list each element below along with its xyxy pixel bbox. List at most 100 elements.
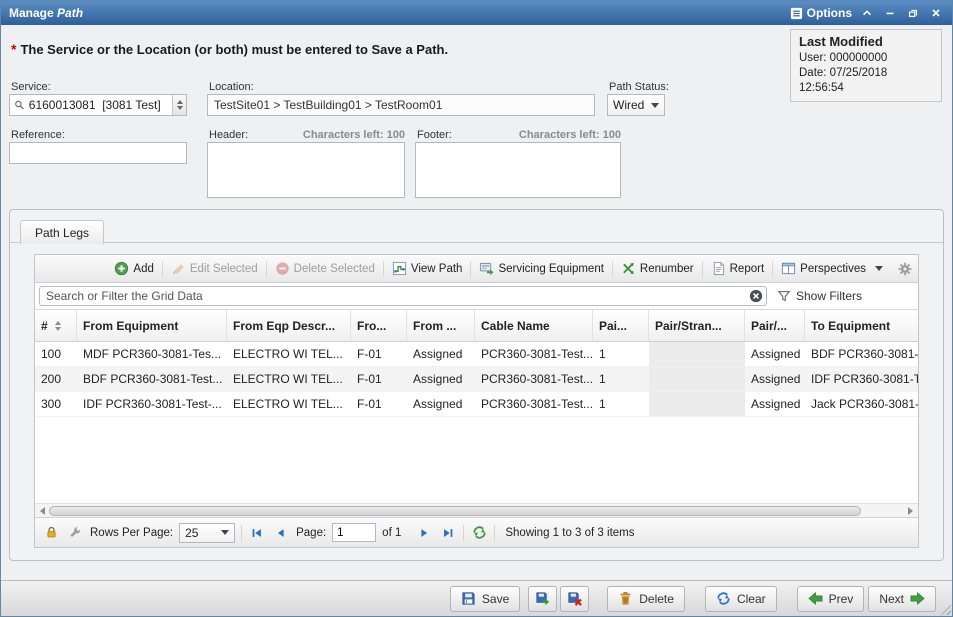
cell-from-4[interactable]: Assigned bbox=[407, 342, 475, 366]
column-header-from-3[interactable]: Fro... bbox=[351, 310, 407, 341]
cell-from-equipment[interactable]: BDF PCR360-3081-Test... bbox=[77, 367, 227, 391]
save-and-close-button[interactable] bbox=[560, 586, 589, 612]
column-label: # bbox=[41, 319, 48, 333]
perspectives-button[interactable]: Perspectives bbox=[776, 259, 888, 278]
service-field[interactable] bbox=[9, 94, 187, 116]
column-header-pair-strand[interactable]: Pair/Stran... bbox=[649, 310, 745, 341]
cell-cable-name[interactable]: PCR360-3081-Test... bbox=[475, 367, 593, 391]
column-header-cable-name[interactable]: Cable Name bbox=[475, 310, 593, 341]
cell-from-eqp-descr[interactable]: ELECTRO WI TEL... bbox=[227, 342, 351, 366]
header-chars-left: Characters left: 100 bbox=[253, 129, 405, 141]
column-header-from-4[interactable]: From ... bbox=[407, 310, 475, 341]
last-modified-title: Last Modified bbox=[799, 34, 933, 49]
scrollbar-thumb[interactable] bbox=[49, 506, 861, 516]
header-textarea[interactable] bbox=[207, 142, 405, 198]
scrollbar-track[interactable] bbox=[49, 505, 904, 517]
service-input[interactable] bbox=[25, 95, 172, 115]
tab-path-legs[interactable]: Path Legs bbox=[20, 220, 104, 245]
cell-cable-name[interactable]: PCR360-3081-Test... bbox=[475, 392, 593, 416]
table-row[interactable]: 300 IDF PCR360-3081-Test-... ELECTRO WI … bbox=[35, 392, 918, 417]
cell-pair-8[interactable]: Assigned bbox=[745, 392, 805, 416]
cell-from-eqp-descr[interactable]: ELECTRO WI TEL... bbox=[227, 367, 351, 391]
grid-pager: Rows Per Page: 25 Page: of 1 bbox=[35, 517, 918, 547]
next-button[interactable]: Next bbox=[868, 586, 936, 612]
delete-button[interactable]: Delete bbox=[607, 586, 685, 612]
column-header-from-equipment[interactable]: From Equipment bbox=[77, 310, 227, 341]
page-number-input[interactable] bbox=[332, 523, 376, 542]
save-and-new-button[interactable] bbox=[528, 586, 557, 612]
collapse-button[interactable] bbox=[859, 5, 875, 21]
reference-input[interactable] bbox=[10, 143, 186, 163]
cell-to-equipment[interactable]: Jack PCR360-3081-T... bbox=[805, 392, 918, 416]
first-page-button[interactable] bbox=[248, 524, 266, 542]
rows-per-page-select[interactable]: 25 bbox=[179, 523, 235, 543]
cell-pair[interactable]: 1 bbox=[593, 342, 649, 366]
scroll-left-button[interactable] bbox=[36, 505, 49, 517]
minimize-button[interactable] bbox=[882, 5, 898, 21]
add-button[interactable]: Add bbox=[109, 259, 158, 278]
last-page-button[interactable] bbox=[439, 524, 457, 542]
cell-cable-name[interactable]: PCR360-3081-Test... bbox=[475, 342, 593, 366]
horizontal-scrollbar[interactable] bbox=[35, 503, 918, 517]
grid-search-input[interactable] bbox=[39, 286, 767, 306]
service-picker-button[interactable] bbox=[172, 95, 186, 115]
cell-number[interactable]: 100 bbox=[35, 342, 77, 366]
cell-from-eqp-descr[interactable]: ELECTRO WI TEL... bbox=[227, 392, 351, 416]
footer-textarea[interactable] bbox=[415, 142, 621, 198]
close-button[interactable] bbox=[928, 5, 944, 21]
next-page-button[interactable] bbox=[415, 524, 433, 542]
cell-from-equipment[interactable]: IDF PCR360-3081-Test-... bbox=[77, 392, 227, 416]
cell-pair-strand[interactable] bbox=[649, 392, 745, 416]
grid-tools-button[interactable] bbox=[66, 524, 84, 542]
window-resize-handle[interactable] bbox=[938, 602, 951, 615]
save-button[interactable]: Save bbox=[450, 586, 520, 612]
prev-button[interactable]: Prev bbox=[797, 586, 865, 612]
cell-to-equipment[interactable]: BDF PCR360-3081-T... bbox=[805, 342, 918, 366]
servicing-equipment-button[interactable]: Servicing Equipment bbox=[474, 259, 608, 278]
prev-page-button[interactable] bbox=[272, 524, 290, 542]
cell-from-3[interactable]: F-01 bbox=[351, 342, 407, 366]
cell-from-4[interactable]: Assigned bbox=[407, 367, 475, 391]
column-header-pair[interactable]: Pai... bbox=[593, 310, 649, 341]
options-button[interactable]: Options bbox=[790, 6, 852, 20]
cell-pair-strand[interactable] bbox=[649, 342, 745, 366]
column-header-pair-8[interactable]: Pair/... bbox=[745, 310, 805, 341]
table-row[interactable]: 100 MDF PCR360-3081-Tes... ELECTRO WI TE… bbox=[35, 342, 918, 367]
path-status-select[interactable]: Wired bbox=[607, 94, 665, 116]
renumber-button[interactable]: Renumber bbox=[616, 259, 699, 278]
grid-settings-button[interactable] bbox=[898, 262, 912, 276]
refresh-button[interactable] bbox=[470, 524, 488, 542]
clear-search-button[interactable] bbox=[749, 289, 763, 303]
table-row[interactable]: 200 BDF PCR360-3081-Test... ELECTRO WI T… bbox=[35, 367, 918, 392]
cell-from-4[interactable]: Assigned bbox=[407, 392, 475, 416]
reference-field[interactable] bbox=[9, 142, 187, 164]
cell-from-3[interactable]: F-01 bbox=[351, 392, 407, 416]
location-field[interactable]: TestSite01 > TestBuilding01 > TestRoom01 bbox=[207, 94, 595, 116]
clear-button[interactable]: Clear bbox=[705, 586, 777, 612]
column-header-to-equipment[interactable]: To Equipment bbox=[805, 310, 918, 341]
cell-to-equipment[interactable]: IDF PCR360-3081-Te... bbox=[805, 367, 918, 391]
titlebar[interactable]: Manage Path Options bbox=[1, 1, 952, 25]
edit-selected-button[interactable]: Edit Selected bbox=[166, 259, 263, 278]
column-header-number[interactable]: # bbox=[35, 310, 77, 341]
cell-from-equipment[interactable]: MDF PCR360-3081-Tes... bbox=[77, 342, 227, 366]
show-filters-button[interactable]: Show Filters bbox=[777, 289, 914, 303]
view-path-button[interactable]: View Path bbox=[387, 259, 468, 278]
cell-pair[interactable]: 1 bbox=[593, 367, 649, 391]
clear-refresh-icon bbox=[716, 591, 731, 606]
cell-number[interactable]: 200 bbox=[35, 367, 77, 391]
scroll-right-button[interactable] bbox=[904, 505, 917, 517]
delete-selected-button[interactable]: Delete Selected bbox=[270, 259, 380, 278]
cell-from-3[interactable]: F-01 bbox=[351, 367, 407, 391]
lock-columns-button[interactable] bbox=[42, 524, 60, 542]
servicing-equipment-icon bbox=[479, 261, 494, 276]
cell-pair-strand[interactable] bbox=[649, 367, 745, 391]
cell-number[interactable]: 300 bbox=[35, 392, 77, 416]
cell-pair-8[interactable]: Assigned bbox=[745, 367, 805, 391]
cell-pair[interactable]: 1 bbox=[593, 392, 649, 416]
column-header-from-eqp-descr[interactable]: From Eqp Descr... bbox=[227, 310, 351, 341]
restore-button[interactable] bbox=[905, 5, 921, 21]
sort-icons[interactable] bbox=[55, 321, 61, 331]
cell-pair-8[interactable]: Assigned bbox=[745, 342, 805, 366]
report-button[interactable]: Report bbox=[706, 259, 770, 278]
